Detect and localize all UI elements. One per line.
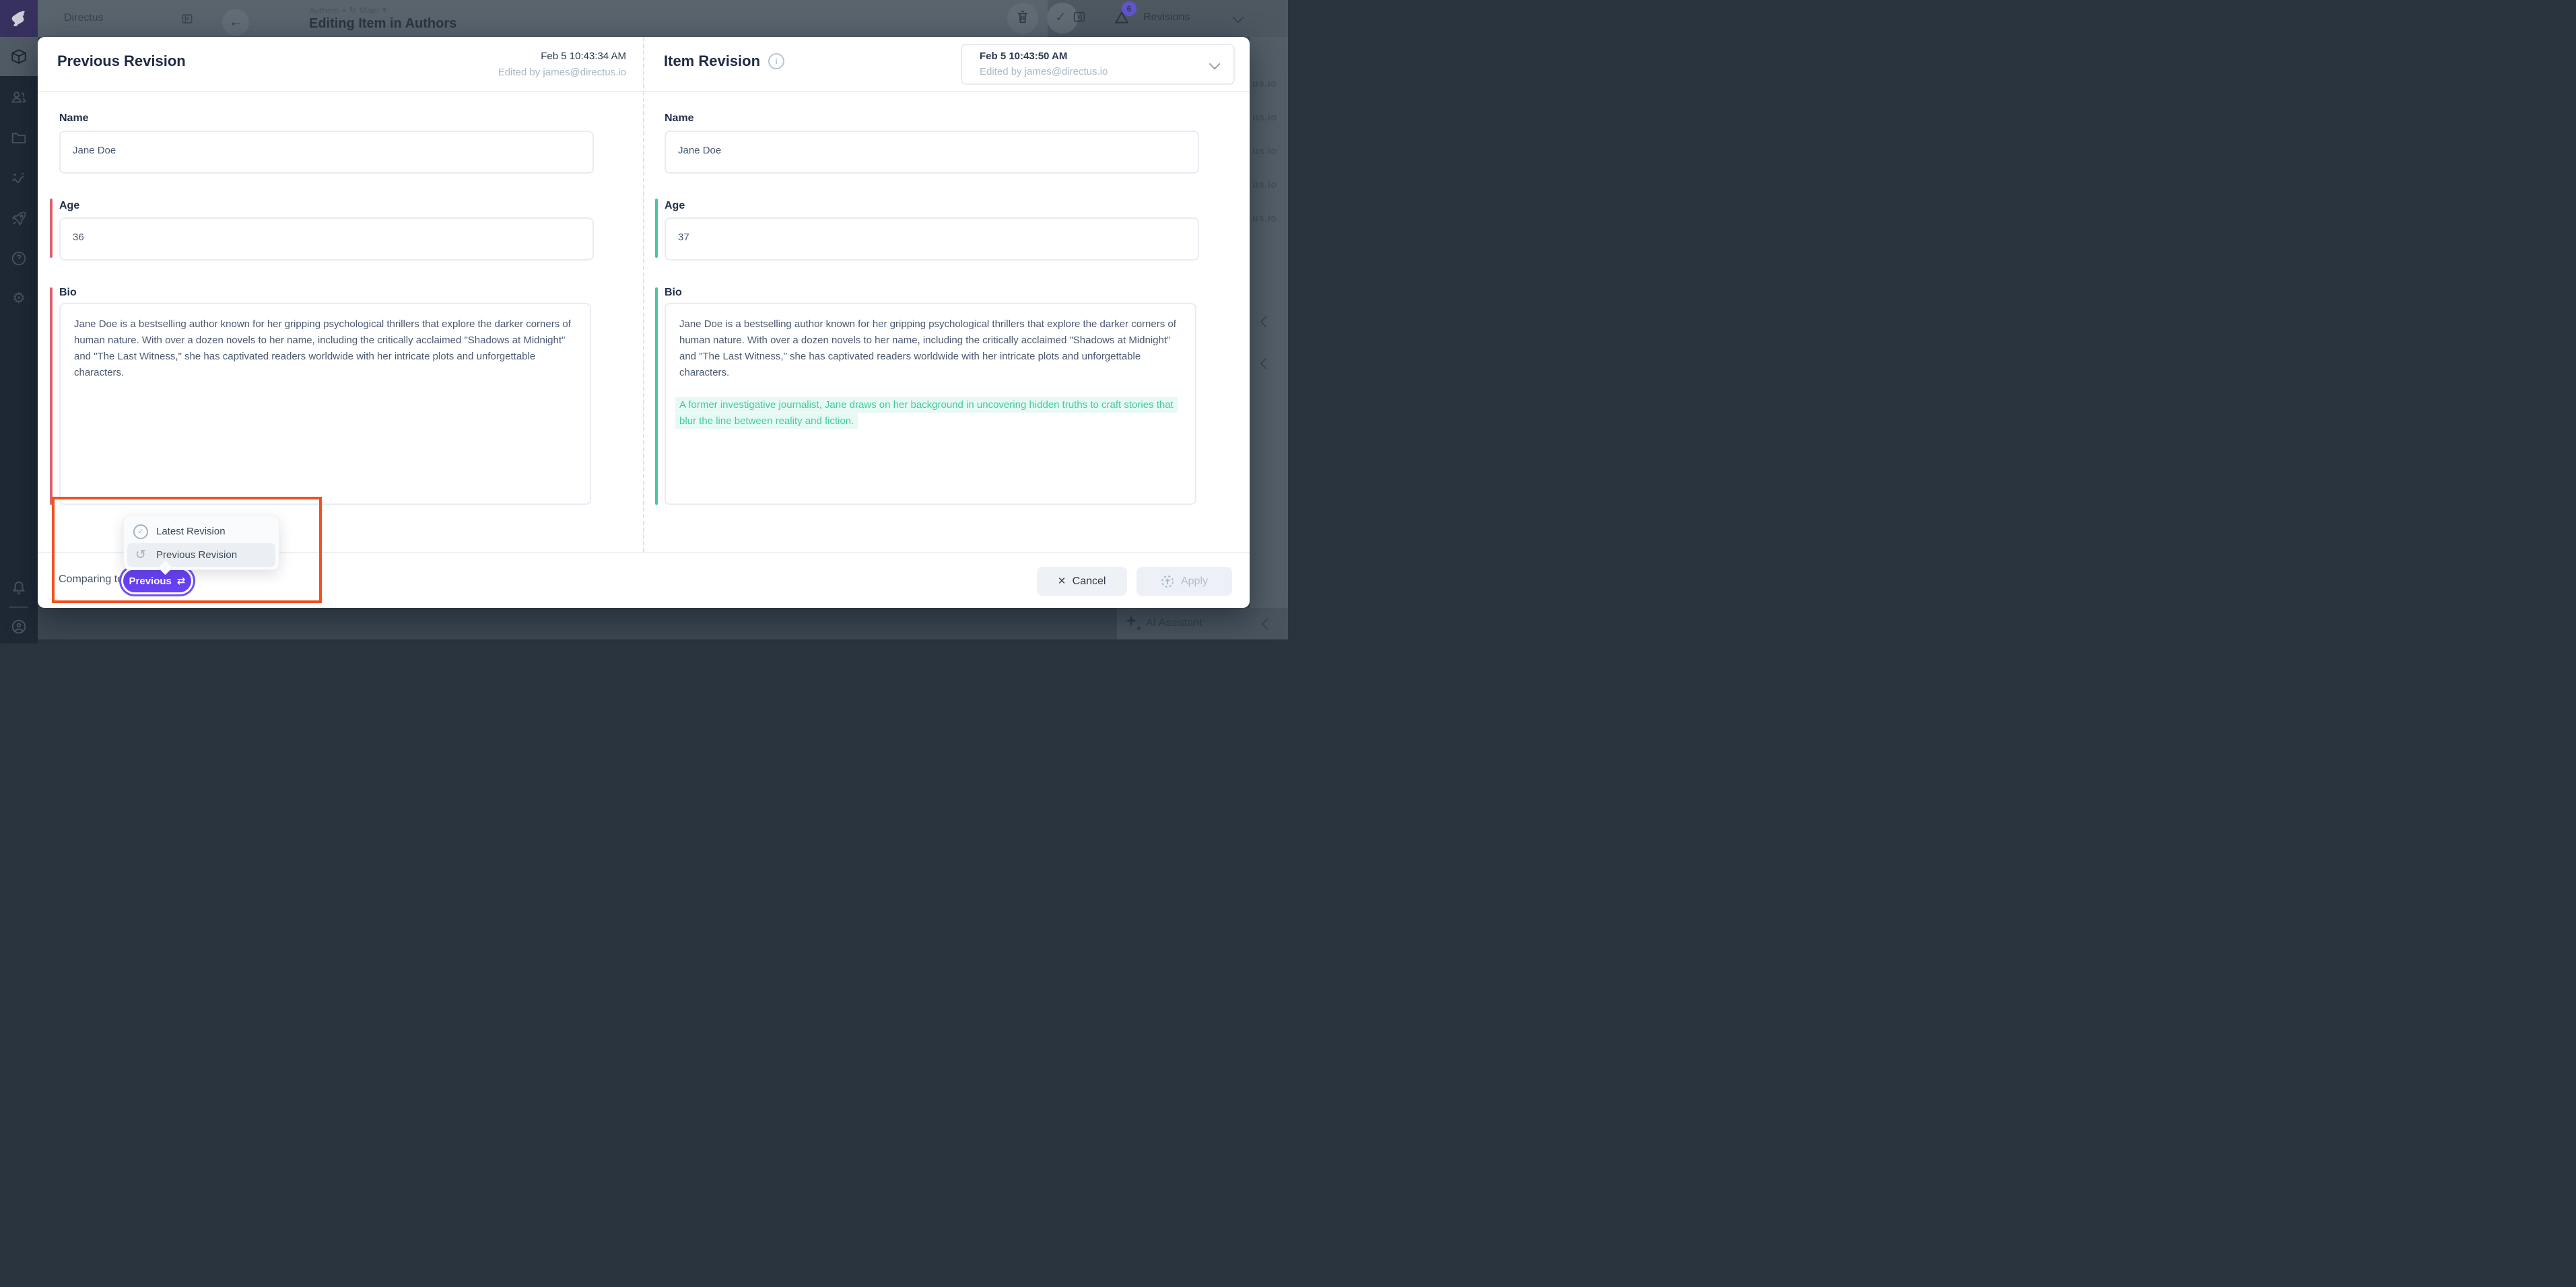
- version-icon: ↻: [349, 5, 356, 15]
- back-arrow-icon: ←: [229, 15, 242, 30]
- cancel-button[interactable]: × Cancel: [1037, 567, 1127, 596]
- age-previous-value: 36: [61, 219, 592, 256]
- age-removed-bar: [50, 199, 53, 258]
- rocket-module-icon[interactable]: [0, 210, 38, 228]
- info-icon[interactable]: i: [768, 53, 784, 69]
- directus-app: Directus ← Authors • ↻ Main ▾ Editing It…: [0, 0, 1288, 644]
- cancel-label: Cancel: [1073, 576, 1106, 588]
- item-revision-title-row: Item Revision i: [664, 53, 784, 70]
- previous-revision-edited-by: Edited by james@directus.io: [498, 67, 626, 78]
- apply-button[interactable]: Apply: [1137, 567, 1232, 596]
- bio-added-bar: [655, 287, 658, 505]
- revision-item-fragment: us.io: [1252, 78, 1277, 90]
- breadcrumb-separator: •: [343, 5, 346, 15]
- bio-textarea-current[interactable]: Jane Doe is a bestselling author known f…: [665, 303, 1196, 505]
- age-input-previous[interactable]: 36: [59, 217, 594, 260]
- breadcrumb[interactable]: Authors • ↻ Main ▾: [309, 5, 386, 15]
- insights-module-icon[interactable]: [0, 170, 38, 187]
- selector-timestamp: Feb 5 10:43:50 AM: [980, 50, 1067, 62]
- bio-text-previous: Jane Doe is a bestselling author known f…: [74, 316, 576, 381]
- check-save-icon[interactable]: ✓: [1055, 9, 1066, 26]
- revisions-count-badge: 6: [1122, 1, 1137, 16]
- age-added-bar: [655, 199, 658, 258]
- module-bar-divider: [9, 606, 28, 608]
- close-icon: ×: [1058, 575, 1066, 588]
- trash-icon[interactable]: [1014, 8, 1031, 26]
- help-module-icon[interactable]: [0, 250, 38, 267]
- files-module-icon[interactable]: [0, 129, 38, 147]
- bio-label: Bio: [665, 287, 682, 299]
- selector-edited-by: Edited by james@directus.io: [980, 66, 1108, 77]
- item-revision-title: Item Revision: [664, 53, 760, 70]
- collapse-sidebar-icon[interactable]: [180, 12, 194, 26]
- age-current-value: 37: [666, 219, 1198, 256]
- age-label: Age: [665, 200, 685, 212]
- version-caret-icon: ▾: [382, 5, 386, 15]
- breadcrumb-version[interactable]: Main: [360, 5, 378, 15]
- bio-text-current: Jane Doe is a bestselling author known f…: [679, 316, 1182, 381]
- content-module-icon[interactable]: [0, 48, 38, 65]
- users-module-icon[interactable]: [0, 88, 38, 106]
- ai-assistant-label: AI Assistant: [1146, 617, 1202, 629]
- age-input-current[interactable]: 37: [665, 217, 1199, 260]
- bottom-base-bar: [38, 639, 1288, 644]
- revision-selector-dropdown[interactable]: Feb 5 10:43:50 AM Edited by james@direct…: [961, 44, 1235, 85]
- rabbit-logo-icon: [9, 9, 29, 29]
- revision-item-fragment: us.io: [1252, 213, 1277, 224]
- notifications-bell-icon[interactable]: [0, 579, 38, 596]
- bio-textarea-previous[interactable]: Jane Doe is a bestselling author known f…: [59, 303, 591, 505]
- bio-added-paragraph: A former investigative journalist, Jane …: [679, 397, 1182, 429]
- selector-chevron-icon: [1209, 59, 1221, 70]
- name-label: Name: [665, 112, 694, 125]
- previous-revision-title: Previous Revision: [57, 53, 186, 70]
- breadcrumb-collection[interactable]: Authors: [309, 5, 339, 15]
- annotation-highlight-rect: [52, 497, 322, 603]
- bio-label: Bio: [59, 287, 77, 299]
- apply-label: Apply: [1181, 576, 1208, 588]
- name-input-current[interactable]: Jane Doe: [665, 131, 1199, 174]
- revision-item-fragment: us.io: [1252, 112, 1277, 123]
- name-input-previous[interactable]: Jane Doe: [59, 131, 594, 174]
- name-value: Jane Doe: [666, 132, 1198, 170]
- back-button[interactable]: ←: [222, 9, 249, 36]
- previous-revision-timestamp: Feb 5 10:43:34 AM: [498, 50, 626, 62]
- revision-item-fragment: us.io: [1252, 179, 1277, 190]
- settings-module-icon[interactable]: ⚙: [0, 291, 38, 306]
- project-name: Directus: [64, 12, 104, 24]
- age-label: Age: [59, 200, 79, 212]
- panel-divider-dashed: [643, 37, 644, 552]
- bottom-background: [38, 608, 1288, 644]
- module-bar: [0, 37, 38, 644]
- name-value: Jane Doe: [61, 132, 592, 170]
- previous-revision-meta: Feb 5 10:43:34 AM Edited by james@direct…: [498, 50, 626, 78]
- bio-removed-bar: [50, 287, 53, 505]
- revision-item-fragment: us.io: [1252, 145, 1277, 157]
- bio-added-text: A former investigative journalist, Jane …: [675, 397, 1178, 429]
- page-title: Editing Item in Authors: [309, 16, 456, 32]
- apply-restore-icon: [1161, 575, 1174, 588]
- directus-logo[interactable]: [0, 0, 38, 37]
- expand-sidebar-icon[interactable]: [1072, 9, 1087, 24]
- revisions-sidebar-title[interactable]: Revisions: [1143, 11, 1190, 24]
- user-avatar-icon[interactable]: [0, 618, 38, 635]
- name-label: Name: [59, 112, 89, 125]
